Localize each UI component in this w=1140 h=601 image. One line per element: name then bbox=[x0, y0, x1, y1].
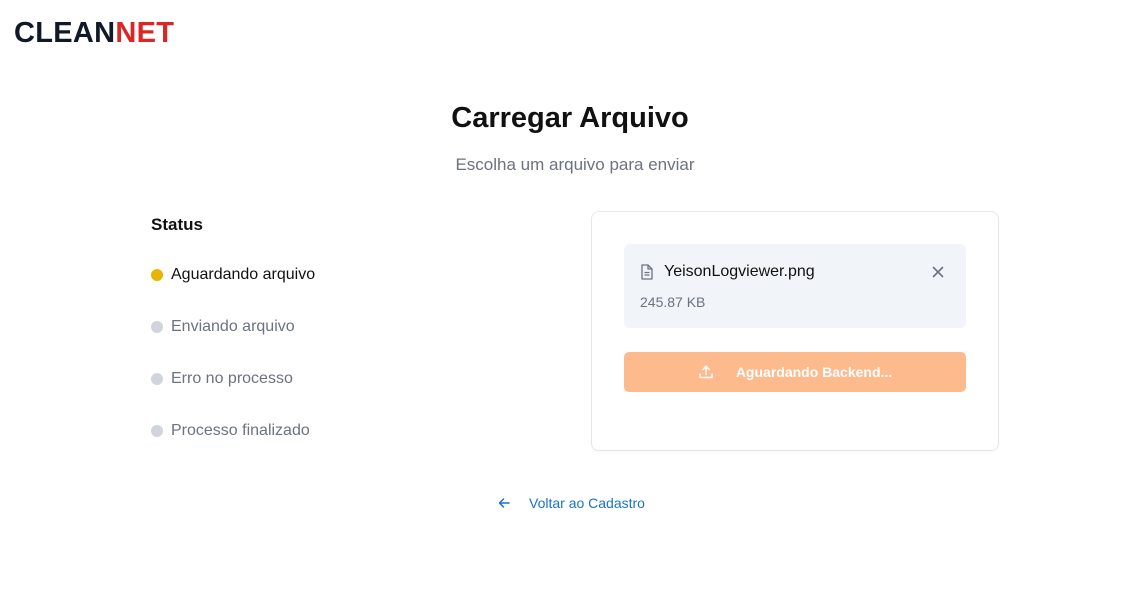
status-item-finalizado: Processo finalizado bbox=[151, 418, 531, 444]
file-name: YeisonLogviewer.png bbox=[664, 263, 815, 280]
status-label: Aguardando arquivo bbox=[171, 266, 316, 283]
status-panel: Status Aguardando arquivo Enviando arqui… bbox=[151, 212, 531, 470]
upload-button[interactable]: Aguardando Backend... bbox=[624, 352, 966, 392]
logo-text-net: NET bbox=[115, 17, 175, 49]
arrow-left-icon bbox=[498, 498, 510, 508]
upload-card: YeisonLogviewer.png 245.87 KB Aguardando… bbox=[591, 211, 999, 451]
upload-page: CLEANNET Carregar Arquivo Escolha um arq… bbox=[0, 0, 1140, 601]
page-title: Carregar Arquivo bbox=[451, 102, 689, 134]
back-to-register-link[interactable]: Voltar ao Cadastro bbox=[497, 492, 645, 514]
status-label: Processo finalizado bbox=[171, 422, 310, 439]
upload-button-label: Aguardando Backend... bbox=[735, 364, 893, 380]
file-icon bbox=[641, 264, 653, 280]
status-item-erro: Erro no processo bbox=[151, 366, 531, 392]
status-item-enviando: Enviando arquivo bbox=[151, 314, 531, 340]
status-label: Erro no processo bbox=[171, 370, 293, 387]
file-size: 245.87 KB bbox=[640, 294, 706, 310]
status-dot-active bbox=[151, 269, 163, 281]
close-icon[interactable] bbox=[930, 264, 946, 280]
cleannet-logo[interactable]: CLEANNET bbox=[14, 14, 174, 52]
page-subtitle: Escolha um arquivo para enviar bbox=[455, 155, 695, 174]
upload-icon bbox=[699, 365, 713, 379]
status-item-aguardando: Aguardando arquivo bbox=[151, 262, 531, 288]
status-dot bbox=[151, 425, 163, 437]
back-link-label: Voltar ao Cadastro bbox=[529, 495, 645, 511]
logo-text-clean: CLEAN bbox=[14, 17, 116, 49]
status-dot bbox=[151, 321, 163, 333]
status-title: Status bbox=[151, 215, 203, 234]
selected-file: YeisonLogviewer.png 245.87 KB bbox=[624, 244, 966, 328]
status-label: Enviando arquivo bbox=[171, 318, 295, 335]
status-dot bbox=[151, 373, 163, 385]
